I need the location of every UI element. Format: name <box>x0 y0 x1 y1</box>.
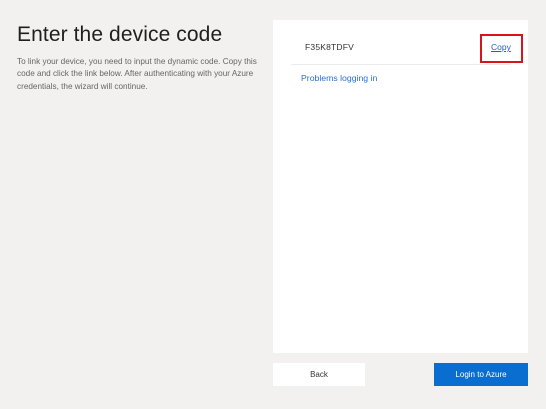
device-code-value: F35K8TDFV <box>305 42 355 52</box>
back-button[interactable]: Back <box>273 363 365 386</box>
copy-link[interactable]: Copy <box>491 42 511 52</box>
login-to-azure-button[interactable]: Login to Azure <box>434 363 528 386</box>
intro-section: Enter the device code To link your devic… <box>17 22 262 93</box>
device-code-row: F35K8TDFV Copy <box>291 32 523 65</box>
problems-logging-in-link[interactable]: Problems logging in <box>301 73 377 83</box>
instructions-text: To link your device, you need to input t… <box>17 57 257 91</box>
device-code-panel: F35K8TDFV Copy Problems logging in <box>273 20 528 353</box>
page-title: Enter the device code <box>17 23 223 46</box>
